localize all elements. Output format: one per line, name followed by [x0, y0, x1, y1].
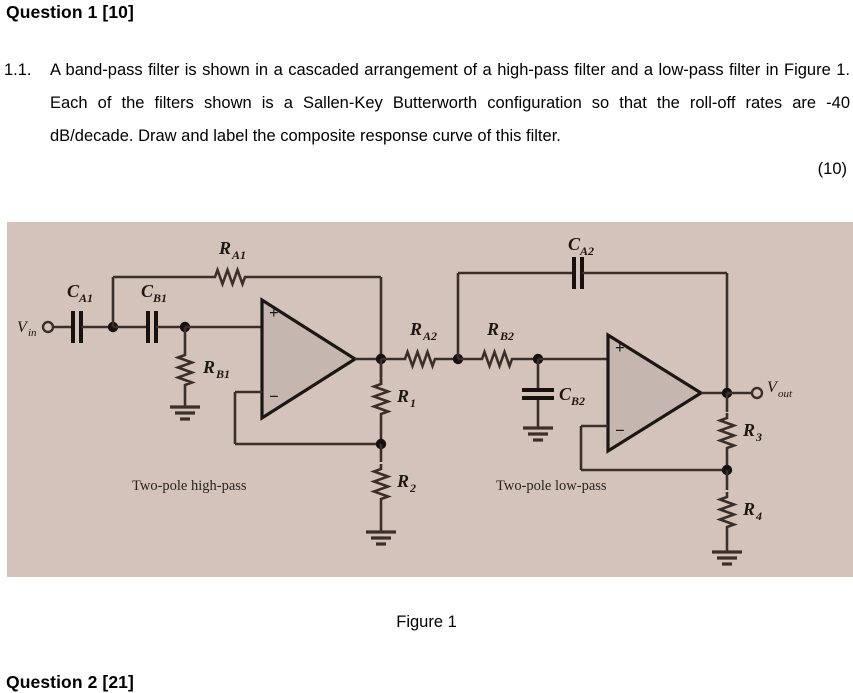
label-R1-main: R [396, 386, 409, 406]
label-R2-sub: 2 [409, 481, 416, 495]
input-terminal [41, 320, 55, 334]
caption-high-pass-stage: Two-pole high-pass [132, 478, 247, 494]
label-RB1-sub: B1 [215, 367, 230, 381]
stage-high-pass: + − [41, 268, 398, 546]
interstage-network [381, 350, 608, 368]
figure-1-circuit-image: + − + − V in V out C A1 C B1 R A1 R B1 R… [7, 222, 853, 577]
label-vin-sub: in [28, 327, 37, 339]
resistor-R2 [372, 462, 390, 506]
page: Question 1 [10] 1.1. A band-pass filter … [0, 0, 853, 692]
output-terminal [750, 386, 764, 400]
label-CA1-sub: A1 [78, 291, 93, 305]
resistor-RB2 [475, 350, 519, 368]
capacitor-CA2 [572, 255, 584, 291]
label-R1-sub: 1 [410, 396, 416, 410]
ground-symbol [521, 426, 555, 442]
ground-symbol [710, 550, 744, 566]
question-1-heading: Question 1 [10] [6, 2, 134, 22]
label-vout-sub: out [778, 388, 793, 400]
resistor-R3 [718, 411, 736, 455]
resistor-RA2 [398, 350, 442, 368]
item-text: A band-pass filter is shown in a cascade… [50, 61, 850, 145]
label-RB1-main: R [202, 357, 215, 377]
label-R2-main: R [396, 471, 409, 491]
question-2-heading: Question 2 [21] [6, 672, 134, 692]
resistor-R4 [718, 490, 736, 534]
item-marks: (10) [817, 160, 847, 178]
circuit-schematic: + − + − V in V out C A1 C B1 R A1 R B1 R… [17, 234, 793, 566]
figure-caption: Figure 1 [396, 613, 457, 631]
label-R3-sub: 3 [755, 430, 762, 444]
ground-symbol [364, 530, 398, 546]
label-CB1-sub: B1 [152, 291, 167, 305]
label-RA2-main: R [409, 319, 422, 339]
opamp-minus-sign: − [269, 387, 279, 406]
resistor-RA1 [208, 268, 252, 286]
label-RB2-sub: B2 [499, 329, 514, 343]
stage-low-pass: + − [456, 255, 764, 566]
capacitor-CB2 [520, 388, 556, 400]
label-RA1-main: R [218, 238, 231, 258]
label-R4-main: R [742, 499, 755, 519]
capacitor-CA1 [71, 309, 83, 345]
label-CB2-sub: B2 [570, 394, 585, 408]
label-RA2-sub: A2 [422, 329, 437, 343]
label-R4-sub: 4 [755, 509, 762, 523]
label-RA1-sub: A1 [231, 248, 246, 262]
item-number: 1.1. [4, 61, 32, 79]
label-CA2-sub: A2 [579, 244, 594, 258]
ground-symbol [168, 405, 202, 421]
opamp-minus-sign: − [615, 421, 625, 440]
capacitor-CB1 [146, 309, 158, 345]
caption-low-pass-stage: Two-pole low-pass [496, 478, 607, 494]
resistor-RB1 [176, 348, 194, 392]
opamp-plus-sign: + [269, 303, 279, 322]
label-RB2-main: R [486, 319, 499, 339]
label-R3-main: R [742, 420, 755, 440]
resistor-R1 [372, 377, 390, 421]
opamp-plus-sign: + [615, 338, 625, 357]
